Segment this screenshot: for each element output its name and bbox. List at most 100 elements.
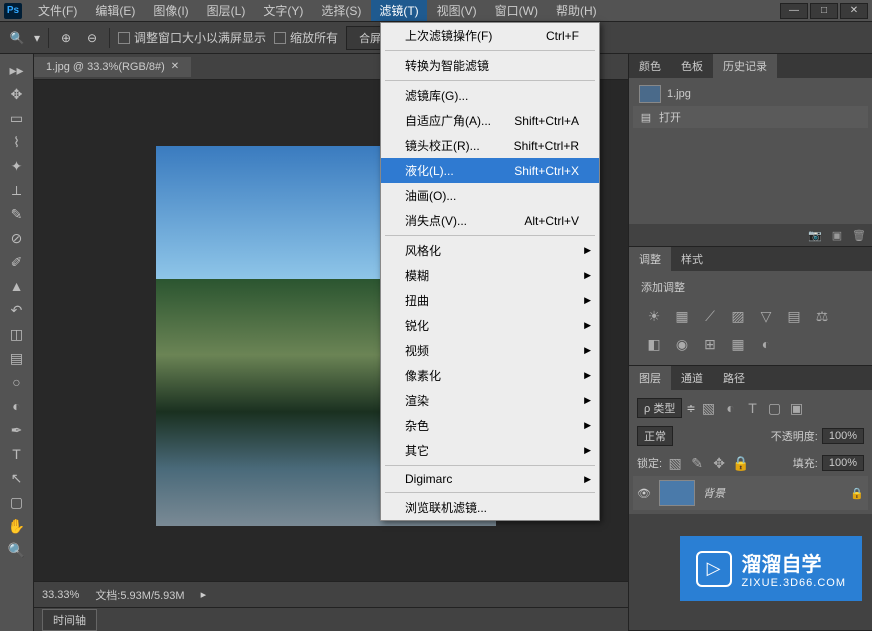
menu-video[interactable]: 视频▶ <box>381 338 599 363</box>
menu-adaptive-wide[interactable]: 自适应广角(A)...Shift+Ctrl+A <box>381 108 599 133</box>
menu-noise[interactable]: 杂色▶ <box>381 413 599 438</box>
zoom-in-icon[interactable]: ⊕ <box>57 29 75 47</box>
menu-render[interactable]: 渲染▶ <box>381 388 599 413</box>
dodge-tool-icon[interactable]: ◐ <box>3 395 31 417</box>
tab-layers[interactable]: 图层 <box>629 366 671 390</box>
menu-help[interactable]: 帮助(H) <box>548 0 605 21</box>
vibrance-icon[interactable]: ▽ <box>757 307 775 325</box>
fill-value[interactable]: 100% <box>822 455 864 471</box>
hand-tool-icon[interactable]: ✋ <box>3 515 31 537</box>
filter-type-icon[interactable]: T <box>744 399 762 417</box>
layer-row[interactable]: 👁 背景 🔒 <box>633 476 868 510</box>
menu-liquify[interactable]: 液化(L)...Shift+Ctrl+X <box>381 158 599 183</box>
filter-pixel-icon[interactable]: ▧ <box>700 399 718 417</box>
tab-swatches[interactable]: 色板 <box>671 54 713 78</box>
move-tool-icon[interactable]: ✥ <box>3 83 31 105</box>
zoom-out-icon[interactable]: ⊖ <box>83 29 101 47</box>
tab-history[interactable]: 历史记录 <box>713 54 777 78</box>
tab-close-icon[interactable]: ✕ <box>171 61 179 72</box>
menu-image[interactable]: 图像(I) <box>145 0 196 21</box>
menu-file[interactable]: 文件(F) <box>30 0 85 21</box>
menu-sharpen[interactable]: 锐化▶ <box>381 313 599 338</box>
lasso-tool-icon[interactable]: ⌇ <box>3 131 31 153</box>
menu-blur[interactable]: 模糊▶ <box>381 263 599 288</box>
tab-color[interactable]: 颜色 <box>629 54 671 78</box>
menu-filter-gallery[interactable]: 滤镜库(G)... <box>381 83 599 108</box>
tab-styles[interactable]: 样式 <box>671 247 713 271</box>
opacity-value[interactable]: 100% <box>822 428 864 444</box>
menu-stylize[interactable]: 风格化▶ <box>381 238 599 263</box>
menu-layer[interactable]: 图层(L) <box>199 0 254 21</box>
zoom-all-checkbox[interactable] <box>274 32 286 44</box>
timeline-button[interactable]: 时间轴 <box>42 609 97 631</box>
eyedropper-tool-icon[interactable]: ✎ <box>3 203 31 225</box>
menu-select[interactable]: 选择(S) <box>313 0 369 21</box>
tab-paths[interactable]: 路径 <box>713 366 755 390</box>
history-brush-tool-icon[interactable]: ↶ <box>3 299 31 321</box>
curves-icon[interactable]: ⟋ <box>701 307 719 325</box>
exposure-icon[interactable]: ▨ <box>729 307 747 325</box>
menu-convert-smart[interactable]: 转换为智能滤镜 <box>381 53 599 78</box>
menu-last-filter[interactable]: 上次滤镜操作(F)Ctrl+F <box>381 23 599 48</box>
path-tool-icon[interactable]: ↖ <box>3 467 31 489</box>
filter-type-select[interactable]: ρ 类型 <box>637 398 682 418</box>
menu-browse-online[interactable]: 浏览联机滤镜... <box>381 495 599 520</box>
maximize-button[interactable]: □ <box>810 3 838 19</box>
dropdown-arrow-icon[interactable]: ▾ <box>34 31 40 45</box>
invert-icon[interactable]: ◐ <box>757 335 775 353</box>
lock-all-icon[interactable]: 🔒 <box>732 454 750 472</box>
crop-tool-icon[interactable]: ⟂ <box>3 179 31 201</box>
zoom-level[interactable]: 33.33% <box>42 589 79 601</box>
photo-filter-icon[interactable]: ◉ <box>673 335 691 353</box>
heal-tool-icon[interactable]: ⊘ <box>3 227 31 249</box>
hue-icon[interactable]: ▤ <box>785 307 803 325</box>
menu-window[interactable]: 窗口(W) <box>487 0 546 21</box>
pen-tool-icon[interactable]: ✒ <box>3 419 31 441</box>
type-tool-icon[interactable]: T <box>3 443 31 465</box>
filter-adjust-icon[interactable]: ◐ <box>722 399 740 417</box>
lock-pixels-icon[interactable]: ✎ <box>688 454 706 472</box>
lock-position-icon[interactable]: ✥ <box>710 454 728 472</box>
menu-view[interactable]: 视图(V) <box>429 0 485 21</box>
filter-shape-icon[interactable]: ▢ <box>766 399 784 417</box>
mixer-icon[interactable]: ⊞ <box>701 335 719 353</box>
balance-icon[interactable]: ⚖ <box>813 307 831 325</box>
filter-smart-icon[interactable]: ▣ <box>788 399 806 417</box>
resize-window-checkbox[interactable] <box>118 32 130 44</box>
menu-lens-correction[interactable]: 镜头校正(R)...Shift+Ctrl+R <box>381 133 599 158</box>
history-step-open[interactable]: ▤ 打开 <box>633 106 868 128</box>
menu-pixelate[interactable]: 像素化▶ <box>381 363 599 388</box>
bw-icon[interactable]: ◧ <box>645 335 663 353</box>
camera-icon[interactable]: 📷 <box>808 228 822 242</box>
close-button[interactable]: ✕ <box>840 3 868 19</box>
collapse-icon[interactable]: ▸▸ <box>3 59 31 81</box>
history-source[interactable]: 1.jpg <box>633 82 868 106</box>
menu-digimarc[interactable]: Digimarc▶ <box>381 468 599 490</box>
menu-oil-paint[interactable]: 油画(O)... <box>381 183 599 208</box>
zoom-tool-palette-icon[interactable]: 🔍 <box>3 539 31 561</box>
brush-tool-icon[interactable]: ✐ <box>3 251 31 273</box>
menu-distort[interactable]: 扭曲▶ <box>381 288 599 313</box>
marquee-tool-icon[interactable]: ▭ <box>3 107 31 129</box>
menu-vanishing-point[interactable]: 消失点(V)...Alt+Ctrl+V <box>381 208 599 233</box>
wand-tool-icon[interactable]: ✦ <box>3 155 31 177</box>
stamp-tool-icon[interactable]: ▲ <box>3 275 31 297</box>
menu-other[interactable]: 其它▶ <box>381 438 599 463</box>
lookup-icon[interactable]: ▦ <box>729 335 747 353</box>
levels-icon[interactable]: ▦ <box>673 307 691 325</box>
blur-tool-icon[interactable]: ○ <box>3 371 31 393</box>
trash-icon[interactable]: 🗑 <box>852 228 866 242</box>
lock-transparent-icon[interactable]: ▧ <box>666 454 684 472</box>
brightness-icon[interactable]: ☀ <box>645 307 663 325</box>
tab-channels[interactable]: 通道 <box>671 366 713 390</box>
new-state-icon[interactable]: ▣ <box>830 228 844 242</box>
chevron-right-icon[interactable]: ▸ <box>201 588 207 601</box>
tab-adjustments[interactable]: 调整 <box>629 247 671 271</box>
eraser-tool-icon[interactable]: ◫ <box>3 323 31 345</box>
menu-filter[interactable]: 滤镜(T) <box>371 0 426 21</box>
minimize-button[interactable]: — <box>780 3 808 19</box>
gradient-tool-icon[interactable]: ▤ <box>3 347 31 369</box>
menu-type[interactable]: 文字(Y) <box>255 0 311 21</box>
document-tab[interactable]: 1.jpg @ 33.3%(RGB/8#) ✕ <box>34 57 191 77</box>
blend-mode-select[interactable]: 正常 <box>637 426 673 446</box>
